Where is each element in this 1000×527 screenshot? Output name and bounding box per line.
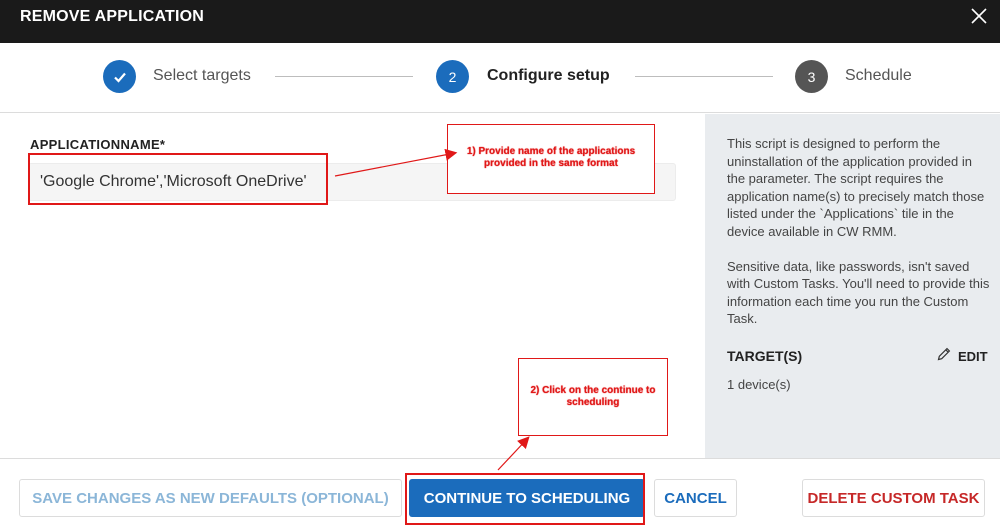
description-paragraph: Sensitive data, like passwords, isn't sa…	[727, 258, 990, 327]
delete-custom-task-button[interactable]: DELETE CUSTOM TASK	[802, 479, 985, 517]
annotation-highlight-box	[28, 153, 328, 205]
wizard-stepper: Select targets 2 Configure setup 3 Sched…	[0, 43, 1000, 113]
annotation-line: 2) Click on the continue to	[530, 385, 656, 396]
script-description: This script is designed to perform the u…	[727, 135, 993, 345]
step-3-number: 3	[795, 60, 828, 93]
step-connector	[635, 76, 773, 77]
annotation-text-1: 1) Provide name of the applications prov…	[450, 146, 652, 170]
step-2-label[interactable]: Configure setup	[487, 67, 610, 85]
annotation-line: provided in the same format	[484, 158, 618, 169]
step-connector	[275, 76, 413, 77]
step-1-label[interactable]: Select targets	[153, 67, 251, 85]
description-paragraph: This script is designed to perform the u…	[727, 136, 985, 239]
edit-label: EDIT	[958, 349, 988, 364]
cancel-button[interactable]: CANCEL	[654, 479, 737, 517]
application-name-label: APPLICATIONNAME*	[30, 137, 166, 152]
step-3-label[interactable]: Schedule	[845, 67, 912, 85]
annotation-line: scheduling	[566, 397, 620, 408]
step-2-number: 2	[436, 60, 469, 93]
dialog-title: REMOVE APPLICATION	[20, 8, 205, 25]
targets-count: 1 device(s)	[727, 377, 791, 392]
targets-heading: TARGET(S)	[727, 348, 803, 364]
save-defaults-button[interactable]: SAVE CHANGES AS NEW DEFAULTS (OPTIONAL)	[19, 479, 402, 517]
close-icon[interactable]	[968, 5, 990, 27]
annotation-highlight-box	[405, 473, 645, 525]
step-1-check-icon	[103, 60, 136, 93]
annotation-line: 1) Provide name of the applications	[466, 146, 636, 157]
pencil-icon	[936, 346, 952, 367]
annotation-text-2: 2) Click on the continue to scheduling	[520, 385, 666, 409]
dialog-titlebar: REMOVE APPLICATION	[0, 0, 1000, 43]
edit-targets-button[interactable]: EDIT	[936, 346, 988, 367]
